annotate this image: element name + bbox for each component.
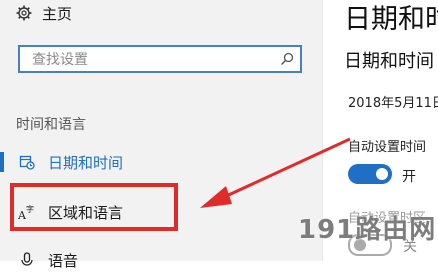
auto-time-toggle[interactable] bbox=[348, 164, 392, 184]
section-title: 时间和语言 bbox=[16, 117, 86, 133]
section-heading: 日期和时间 bbox=[344, 51, 434, 72]
calendar-clock-icon bbox=[18, 153, 36, 171]
sidebar: 主页 时间和语言 日期和时间 A 字 区域和语言 bbox=[0, 0, 322, 270]
search-box[interactable] bbox=[18, 45, 302, 73]
microphone-icon bbox=[18, 251, 36, 269]
auto-time-state: 开 bbox=[402, 169, 416, 185]
search-input[interactable] bbox=[30, 49, 284, 71]
auto-time-label: 自动设置时间 bbox=[348, 140, 427, 155]
annotation-highlight-box bbox=[10, 183, 178, 231]
home-link[interactable]: 主页 bbox=[16, 1, 72, 25]
sidebar-item-date-time[interactable]: 日期和时间 bbox=[0, 147, 322, 177]
page-title: 日期和时 bbox=[344, 4, 438, 35]
toggle-knob bbox=[376, 168, 388, 180]
search-icon[interactable] bbox=[280, 52, 294, 66]
gear-icon bbox=[16, 5, 32, 21]
current-date: 2018年5月11日 bbox=[348, 96, 438, 111]
sidebar-item-label: 日期和时间 bbox=[48, 153, 124, 172]
sidebar-item-speech[interactable]: 语音 bbox=[0, 245, 322, 275]
active-indicator bbox=[0, 152, 4, 172]
home-label: 主页 bbox=[42, 4, 73, 23]
watermark: 191路由网 bbox=[298, 215, 437, 245]
sidebar-item-label: 语音 bbox=[48, 251, 79, 270]
